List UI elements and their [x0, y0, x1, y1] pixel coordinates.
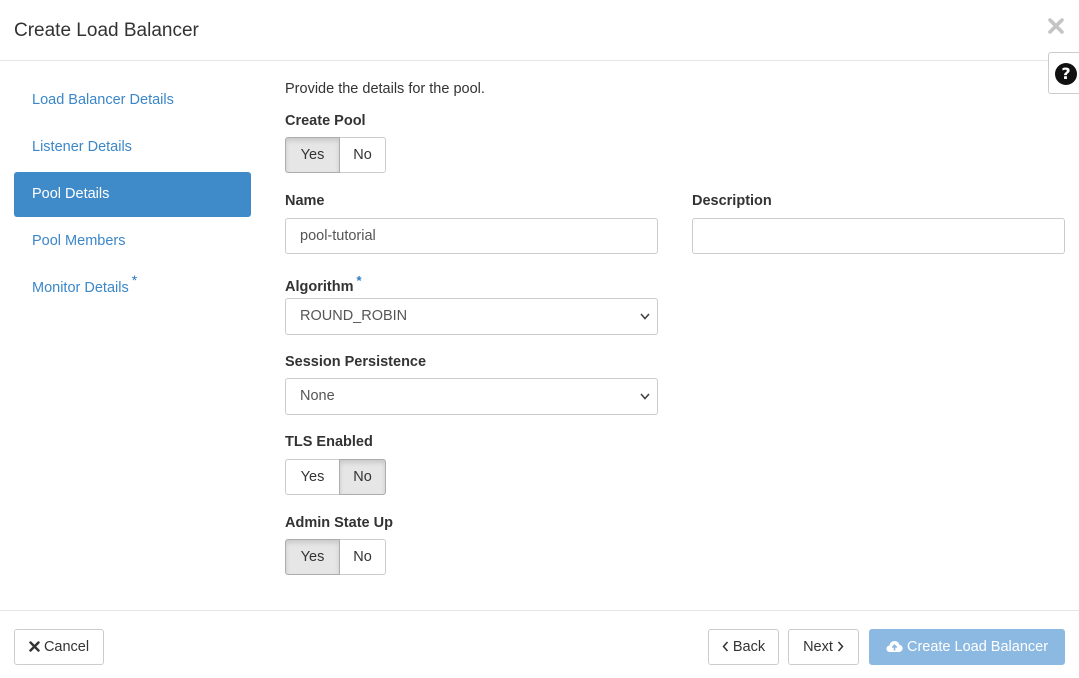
- modal-title: Create Load Balancer: [14, 20, 199, 41]
- back-button-label: Back: [732, 639, 766, 655]
- wizard-steps-nav: Load Balancer Details Listener Details P…: [14, 78, 251, 313]
- cancel-button[interactable]: Cancel: [14, 629, 104, 665]
- algorithm-label-text: Algorithm: [285, 278, 354, 295]
- tls-enabled-toggle: Yes No: [285, 459, 386, 495]
- close-icon: [29, 640, 40, 652]
- sidebar-item-label: Load Balancer Details: [32, 92, 174, 108]
- create-load-balancer-button-label: Create Load Balancer: [906, 639, 1049, 655]
- create-load-balancer-button[interactable]: Create Load Balancer: [869, 629, 1065, 665]
- help-button[interactable]: ?: [1048, 52, 1079, 94]
- session-persistence-select-value: None: [300, 388, 335, 404]
- close-icon[interactable]: [1045, 14, 1067, 38]
- session-persistence-select[interactable]: None: [285, 378, 658, 415]
- sidebar-item-label: Monitor Details: [32, 280, 129, 296]
- create-pool-toggle: Yes No: [285, 137, 386, 173]
- required-marker: *: [356, 273, 362, 288]
- description-input[interactable]: [692, 218, 1065, 254]
- description-label: Description: [692, 193, 772, 209]
- chevron-down-icon: [640, 393, 650, 400]
- create-pool-label: Create Pool: [285, 113, 366, 129]
- admin-state-up-yes-button[interactable]: Yes: [285, 539, 340, 575]
- algorithm-select-value: ROUND_ROBIN: [300, 308, 408, 324]
- sidebar-item-pool-details[interactable]: Pool Details: [14, 172, 251, 217]
- sidebar-item-label: Pool Details: [32, 186, 110, 202]
- sidebar-item-listener-details[interactable]: Listener Details: [14, 125, 251, 170]
- name-label: Name: [285, 193, 325, 209]
- create-load-balancer-modal: Create Load Balancer ? Load Balancer Det…: [0, 0, 1079, 678]
- name-input[interactable]: pool-tutorial: [285, 218, 658, 254]
- cancel-button-label: Cancel: [43, 639, 90, 655]
- sidebar-item-pool-members[interactable]: Pool Members: [14, 219, 251, 264]
- chevron-right-icon: [837, 641, 844, 652]
- session-persistence-label: Session Persistence: [285, 354, 427, 370]
- create-pool-yes-button[interactable]: Yes: [285, 137, 340, 173]
- chevron-down-icon: [640, 313, 650, 320]
- tls-enabled-yes-button[interactable]: Yes: [285, 459, 340, 495]
- algorithm-select[interactable]: ROUND_ROBIN: [285, 298, 658, 335]
- algorithm-label: Algorithm *: [285, 273, 362, 295]
- question-circle-icon: ?: [1055, 63, 1077, 85]
- chevron-left-icon: [722, 641, 728, 652]
- form-intro-text: Provide the details for the pool.: [285, 81, 485, 97]
- modal-footer: Cancel Back Next Create Load Balancer: [0, 610, 1079, 678]
- admin-state-up-label: Admin State Up: [285, 515, 393, 531]
- tls-enabled-label: TLS Enabled: [285, 434, 373, 450]
- tls-enabled-no-button[interactable]: No: [339, 459, 386, 495]
- admin-state-up-toggle: Yes No: [285, 539, 386, 575]
- next-button[interactable]: Next: [788, 629, 859, 665]
- cloud-upload-icon: [886, 640, 903, 652]
- sidebar-item-load-balancer-details[interactable]: Load Balancer Details: [14, 78, 251, 123]
- required-marker: *: [131, 272, 138, 288]
- sidebar-item-label: Pool Members: [32, 233, 126, 249]
- next-button-label: Next: [803, 639, 833, 655]
- sidebar-item-monitor-details[interactable]: Monitor Details *: [14, 266, 251, 311]
- sidebar-item-label: Listener Details: [32, 139, 132, 155]
- modal-header: Create Load Balancer: [0, 0, 1079, 61]
- create-pool-no-button[interactable]: No: [339, 137, 386, 173]
- back-button[interactable]: Back: [708, 629, 779, 665]
- admin-state-up-no-button[interactable]: No: [339, 539, 386, 575]
